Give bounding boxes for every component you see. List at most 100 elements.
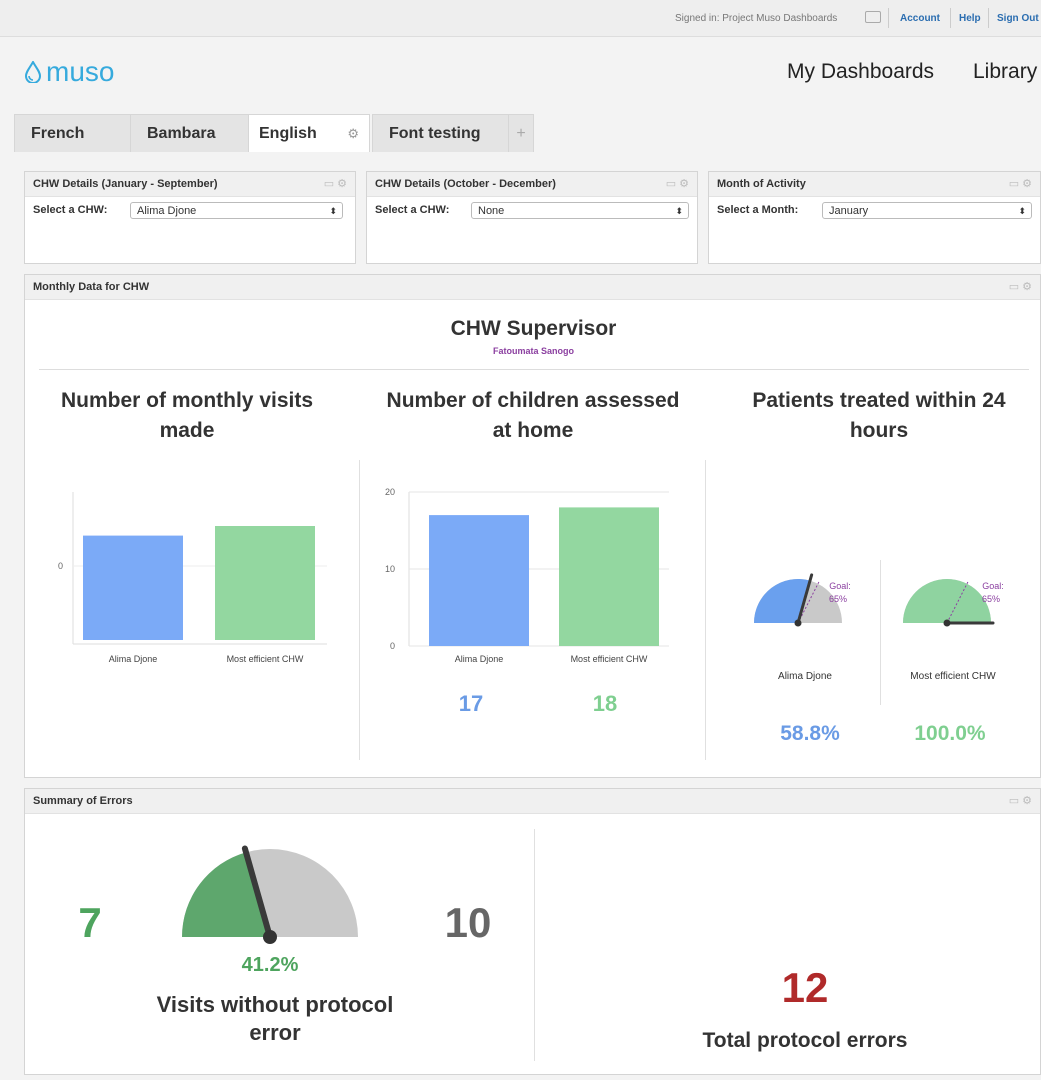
bar xyxy=(215,526,315,640)
gauge-alima: Goal: 65% xyxy=(754,573,851,627)
col2-value-alima: 17 xyxy=(458,691,484,716)
select-value: None xyxy=(478,205,505,217)
filter-panel-chw-oct-dec: CHW Details (October - December) ▭ ⚙ Sele… xyxy=(366,171,698,264)
divider xyxy=(39,369,1029,370)
account-link[interactable]: Account xyxy=(900,13,940,24)
monthly-visits-chart: 0 Alima Djone Most efficient CHW xyxy=(58,492,327,664)
bar xyxy=(83,535,183,640)
protocol-error-gauge xyxy=(182,845,358,944)
sign-out-link[interactable]: Sign Out xyxy=(997,13,1039,24)
goal-label: Goal: xyxy=(982,581,1004,591)
total-errors-value: 12 xyxy=(781,964,829,1011)
gauge-efficient: Goal: 65% xyxy=(903,579,1004,627)
divider xyxy=(880,560,881,705)
comment-settings-icons[interactable]: ▭ ⚙ xyxy=(1009,789,1032,813)
select-chw-label: Select a CHW: xyxy=(33,204,108,216)
tab-label: Font testing xyxy=(389,125,481,142)
select-value: January xyxy=(829,205,869,217)
panel-header: CHW Details (January - September) ▭ ⚙ xyxy=(25,172,355,197)
drop-icon xyxy=(24,61,42,83)
errors-gauge-label: Visits without protocol error xyxy=(156,992,394,1045)
tab-label: English xyxy=(259,125,317,142)
tab-font-testing[interactable]: Font testing xyxy=(372,114,510,152)
errors-left-value: 7 xyxy=(78,899,102,946)
comment-settings-icons[interactable]: ▭ ⚙ xyxy=(1009,172,1032,196)
divider xyxy=(988,8,989,28)
select-month-label: Select a Month: xyxy=(717,204,799,216)
panel-title: CHW Details (October - December) xyxy=(375,178,556,190)
month-select[interactable]: January ⬍ xyxy=(822,202,1032,219)
select-value: Alima Djone xyxy=(137,205,197,217)
nav-library[interactable]: Library xyxy=(973,60,1037,84)
plus-icon: + xyxy=(516,125,526,142)
top-bar: Signed in: Project Muso Dashboards Accou… xyxy=(0,0,1041,37)
gauge-pivot xyxy=(263,930,277,944)
comment-settings-icons[interactable]: ▭ ⚙ xyxy=(666,172,689,196)
x-tick-label: Most efficient CHW xyxy=(571,654,648,664)
panel-title: Monthly Data for CHW xyxy=(33,281,150,293)
comment-settings-icons[interactable]: ▭ ⚙ xyxy=(324,172,347,196)
gauge-pivot xyxy=(794,619,802,627)
errors-percent: 41.2% xyxy=(241,954,299,976)
col2-title: Number of children assessed at home xyxy=(386,389,680,442)
filter-panel-chw-jan-sep: CHW Details (January - September) ▭ ⚙ Sel… xyxy=(24,171,356,264)
panel-title: CHW Details (January - September) xyxy=(33,178,218,190)
divider xyxy=(888,8,889,28)
signed-in-text: Signed in: Project Muso Dashboards xyxy=(675,13,838,24)
tab-label: French xyxy=(31,125,85,142)
add-tab-button[interactable]: + xyxy=(508,114,534,152)
gear-icon[interactable]: ⚙ xyxy=(347,115,359,153)
panel-title: Summary of Errors xyxy=(33,795,133,807)
y-tick-label: 0 xyxy=(390,641,395,651)
window-icon[interactable] xyxy=(865,11,881,23)
total-errors-label: Total protocol errors xyxy=(702,1029,908,1052)
chw-select[interactable]: None ⬍ xyxy=(471,202,689,219)
goal-percent: 65% xyxy=(982,594,1000,604)
divider xyxy=(950,8,951,28)
select-arrow-icon: ⬍ xyxy=(1018,206,1026,216)
x-tick-label: Most efficient CHW xyxy=(227,654,304,664)
y-tick-label: 0 xyxy=(58,561,63,571)
tab-bambara[interactable]: Bambara xyxy=(130,114,250,152)
chw-select[interactable]: Alima Djone ⬍ xyxy=(130,202,343,219)
comment-settings-icons[interactable]: ▭ ⚙ xyxy=(1009,275,1032,299)
help-link[interactable]: Help xyxy=(959,13,981,24)
divider xyxy=(705,460,706,760)
gauge2-label: Most efficient CHW xyxy=(910,671,996,682)
panel-header: Month of Activity ▭ ⚙ xyxy=(709,172,1040,197)
col1-title: Number of monthly visits made xyxy=(60,389,314,442)
children-assessed-chart: 0 10 20 Alima Djone Most efficient CHW xyxy=(385,487,669,664)
x-tick-label: Alima Djone xyxy=(455,654,504,664)
panel-header: CHW Details (October - December) ▭ ⚙ xyxy=(367,172,697,197)
select-arrow-icon: ⬍ xyxy=(675,206,683,216)
col3-value-alima: 58.8% xyxy=(780,722,840,745)
col2-value-efficient: 18 xyxy=(592,691,618,716)
gauge-fill xyxy=(903,579,991,623)
y-tick-label: 10 xyxy=(385,564,395,574)
tab-english[interactable]: English ⚙ xyxy=(248,114,370,152)
gauge1-label: Alima Djone xyxy=(778,671,832,682)
gauge-pivot xyxy=(943,619,951,627)
tab-label: Bambara xyxy=(147,125,216,142)
nav-my-dashboards[interactable]: My Dashboards xyxy=(787,60,934,84)
tab-french[interactable]: French xyxy=(14,114,132,152)
muso-logo[interactable]: muso xyxy=(24,56,114,88)
panel-header: Monthly Data for CHW ▭ ⚙ xyxy=(25,275,1040,300)
divider xyxy=(534,829,535,1061)
goal-label: Goal: xyxy=(829,581,851,591)
goal-percent: 65% xyxy=(829,594,847,604)
panel-header: Summary of Errors ▭ ⚙ xyxy=(25,789,1040,814)
select-arrow-icon: ⬍ xyxy=(329,206,337,216)
supervisor-name: Fatoumata Sanogo xyxy=(492,346,574,356)
col3-title: Patients treated within 24 hours xyxy=(752,389,1006,442)
col3-value-efficient: 100.0% xyxy=(914,722,986,745)
logo-text: muso xyxy=(46,56,115,87)
divider xyxy=(359,460,360,760)
filter-panel-month: Month of Activity ▭ ⚙ Select a Month: Jan… xyxy=(708,171,1041,264)
bar xyxy=(429,515,529,646)
supervisor-heading: CHW Supervisor xyxy=(450,317,617,340)
select-chw-label: Select a CHW: xyxy=(375,204,450,216)
errors-right-value: 10 xyxy=(444,899,492,946)
bar xyxy=(559,507,659,646)
monthly-data-panel: Monthly Data for CHW ▭ ⚙ CHW Supervisor F… xyxy=(24,274,1041,778)
